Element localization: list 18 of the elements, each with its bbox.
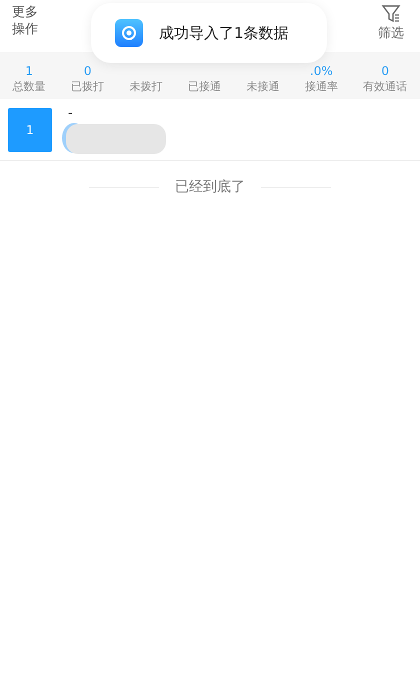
filter-button[interactable]: 筛选: [378, 4, 404, 44]
stat-value: .0%: [310, 64, 333, 79]
stat-label: 接通率: [304, 79, 338, 95]
stat-label: 已接通: [188, 79, 221, 95]
stat-label: 未拨打: [130, 79, 163, 95]
stat-value: 0: [84, 64, 92, 79]
stat-label: 未接通: [246, 79, 280, 95]
filter-icon: [381, 4, 401, 24]
end-of-list-text: 已经到底了: [175, 178, 245, 197]
index-tile: 1: [8, 108, 52, 152]
stat-label: 总数量: [12, 79, 46, 95]
stat-value: 1: [25, 64, 34, 79]
stat-value: 0: [381, 64, 390, 79]
stat-label: 已拨打: [71, 79, 104, 95]
more-actions-link[interactable]: 更多操作: [12, 4, 40, 38]
toast: 成功导入了1条数据: [91, 3, 327, 63]
contact-name: -: [67, 107, 74, 121]
stat-label: 有效通话: [363, 79, 408, 95]
